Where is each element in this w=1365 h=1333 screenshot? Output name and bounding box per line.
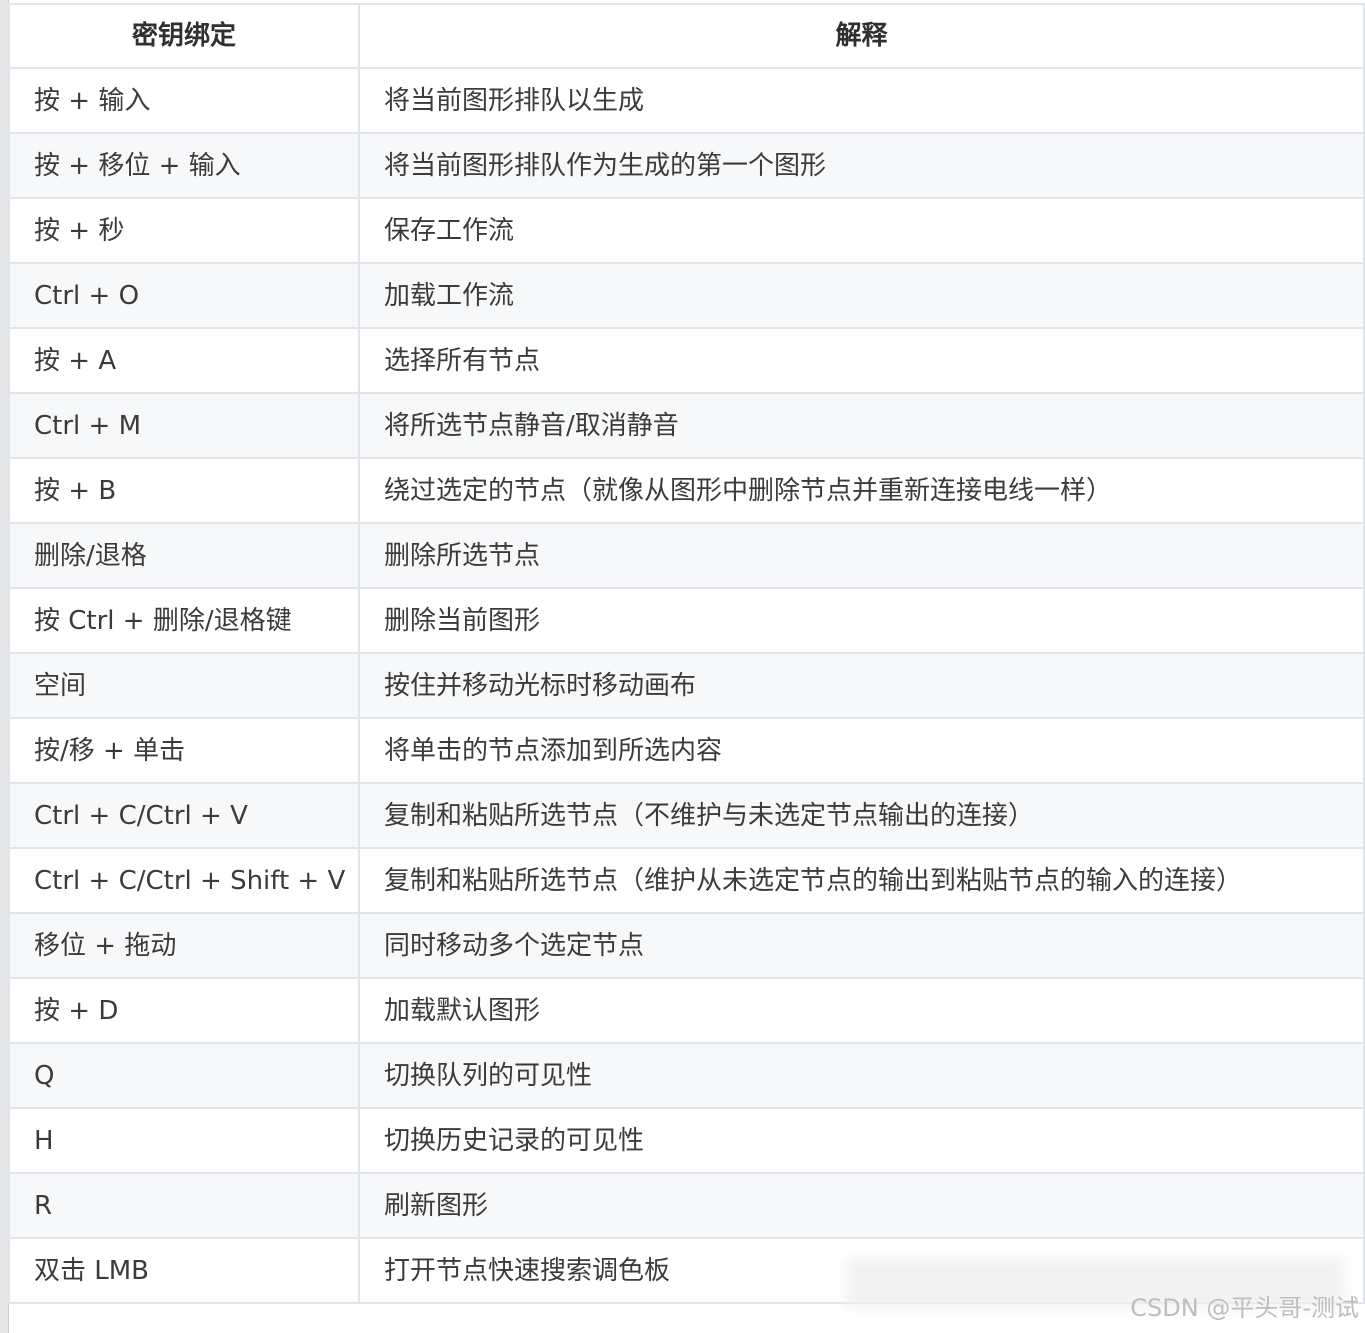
header-explanation: 解释 [358, 3, 1365, 69]
row-key: 按 + 移位 + 输入 [8, 132, 360, 199]
table-row: Ctrl + O 加载工作流 [8, 262, 1365, 329]
row-key: 按 + 秒 [8, 197, 360, 264]
row-description: 将单击的节点添加到所选内容 [358, 717, 1365, 784]
row-key: 双击 LMB [8, 1237, 360, 1304]
table-row: 按 + D 加载默认图形 [8, 977, 1365, 1044]
table-row: 按/移 + 单击 将单击的节点添加到所选内容 [8, 717, 1365, 784]
row-description: 复制和粘贴所选节点（维护从未选定节点的输出到粘贴节点的输入的连接） [358, 847, 1365, 914]
table-row: 按 Ctrl + 删除/退格键 删除当前图形 [8, 587, 1365, 654]
row-key: Ctrl + C/Ctrl + V [8, 782, 360, 849]
row-key: H [8, 1107, 360, 1174]
row-description: 复制和粘贴所选节点（不维护与未选定节点输出的连接） [358, 782, 1365, 849]
row-key: Ctrl + M [8, 392, 360, 459]
row-key: 按 Ctrl + 删除/退格键 [8, 587, 360, 654]
row-description: 保存工作流 [358, 197, 1365, 264]
table-row: 移位 + 拖动 同时移动多个选定节点 [8, 912, 1365, 979]
table-row: Ctrl + C/Ctrl + V 复制和粘贴所选节点（不维护与未选定节点输出的… [8, 782, 1365, 849]
row-description: 切换历史记录的可见性 [358, 1107, 1365, 1174]
header-keybinding: 密钥绑定 [8, 3, 360, 69]
table-row: 空间 按住并移动光标时移动画布 [8, 652, 1365, 719]
row-key: 按 + D [8, 977, 360, 1044]
row-description: 删除所选节点 [358, 522, 1365, 589]
row-description: 将当前图形排队以生成 [358, 67, 1365, 134]
row-description: 同时移动多个选定节点 [358, 912, 1365, 979]
table-row: 按 + 输入 将当前图形排队以生成 [8, 67, 1365, 134]
table-row: 删除/退格 删除所选节点 [8, 522, 1365, 589]
row-description: 按住并移动光标时移动画布 [358, 652, 1365, 719]
row-description: 刷新图形 [358, 1172, 1365, 1239]
table-row: 按 + 移位 + 输入 将当前图形排队作为生成的第一个图形 [8, 132, 1365, 199]
row-key: 按 + B [8, 457, 360, 524]
keybinding-table: 密钥绑定 解释 按 + 输入 将当前图形排队以生成 按 + 移位 + 输入 将当… [8, 3, 1365, 1304]
table-header: 密钥绑定 解释 [8, 3, 1365, 69]
row-key: Ctrl + C/Ctrl + Shift + V [8, 847, 360, 914]
header-row: 密钥绑定 解释 [8, 3, 1365, 69]
row-description: 选择所有节点 [358, 327, 1365, 394]
row-description: 删除当前图形 [358, 587, 1365, 654]
row-description: 将所选节点静音/取消静音 [358, 392, 1365, 459]
row-description: 加载默认图形 [358, 977, 1365, 1044]
row-description: 绕过选定的节点（就像从图形中删除节点并重新连接电线一样） [358, 457, 1365, 524]
table-row: 按 + 秒 保存工作流 [8, 197, 1365, 264]
row-key: 按/移 + 单击 [8, 717, 360, 784]
screenshot-frame: 密钥绑定 解释 按 + 输入 将当前图形排队以生成 按 + 移位 + 输入 将当… [0, 0, 1365, 1333]
table-row: 按 + A 选择所有节点 [8, 327, 1365, 394]
row-key: 按 + A [8, 327, 360, 394]
row-key: 按 + 输入 [8, 67, 360, 134]
table-row: Q 切换队列的可见性 [8, 1042, 1365, 1109]
watermark-text: CSDN @平头哥-测试 [1130, 1294, 1359, 1322]
table-body: 按 + 输入 将当前图形排队以生成 按 + 移位 + 输入 将当前图形排队作为生… [8, 67, 1365, 1304]
row-key: 删除/退格 [8, 522, 360, 589]
table-row: H 切换历史记录的可见性 [8, 1107, 1365, 1174]
table-row: R 刷新图形 [8, 1172, 1365, 1239]
row-description: 将当前图形排队作为生成的第一个图形 [358, 132, 1365, 199]
row-description: 切换队列的可见性 [358, 1042, 1365, 1109]
table-row: Ctrl + C/Ctrl + Shift + V 复制和粘贴所选节点（维护从未… [8, 847, 1365, 914]
row-key: Q [8, 1042, 360, 1109]
row-key: 空间 [8, 652, 360, 719]
row-key: R [8, 1172, 360, 1239]
row-key: Ctrl + O [8, 262, 360, 329]
row-key: 移位 + 拖动 [8, 912, 360, 979]
table-row: 按 + B 绕过选定的节点（就像从图形中删除节点并重新连接电线一样） [8, 457, 1365, 524]
row-description: 加载工作流 [358, 262, 1365, 329]
table-row: Ctrl + M 将所选节点静音/取消静音 [8, 392, 1365, 459]
